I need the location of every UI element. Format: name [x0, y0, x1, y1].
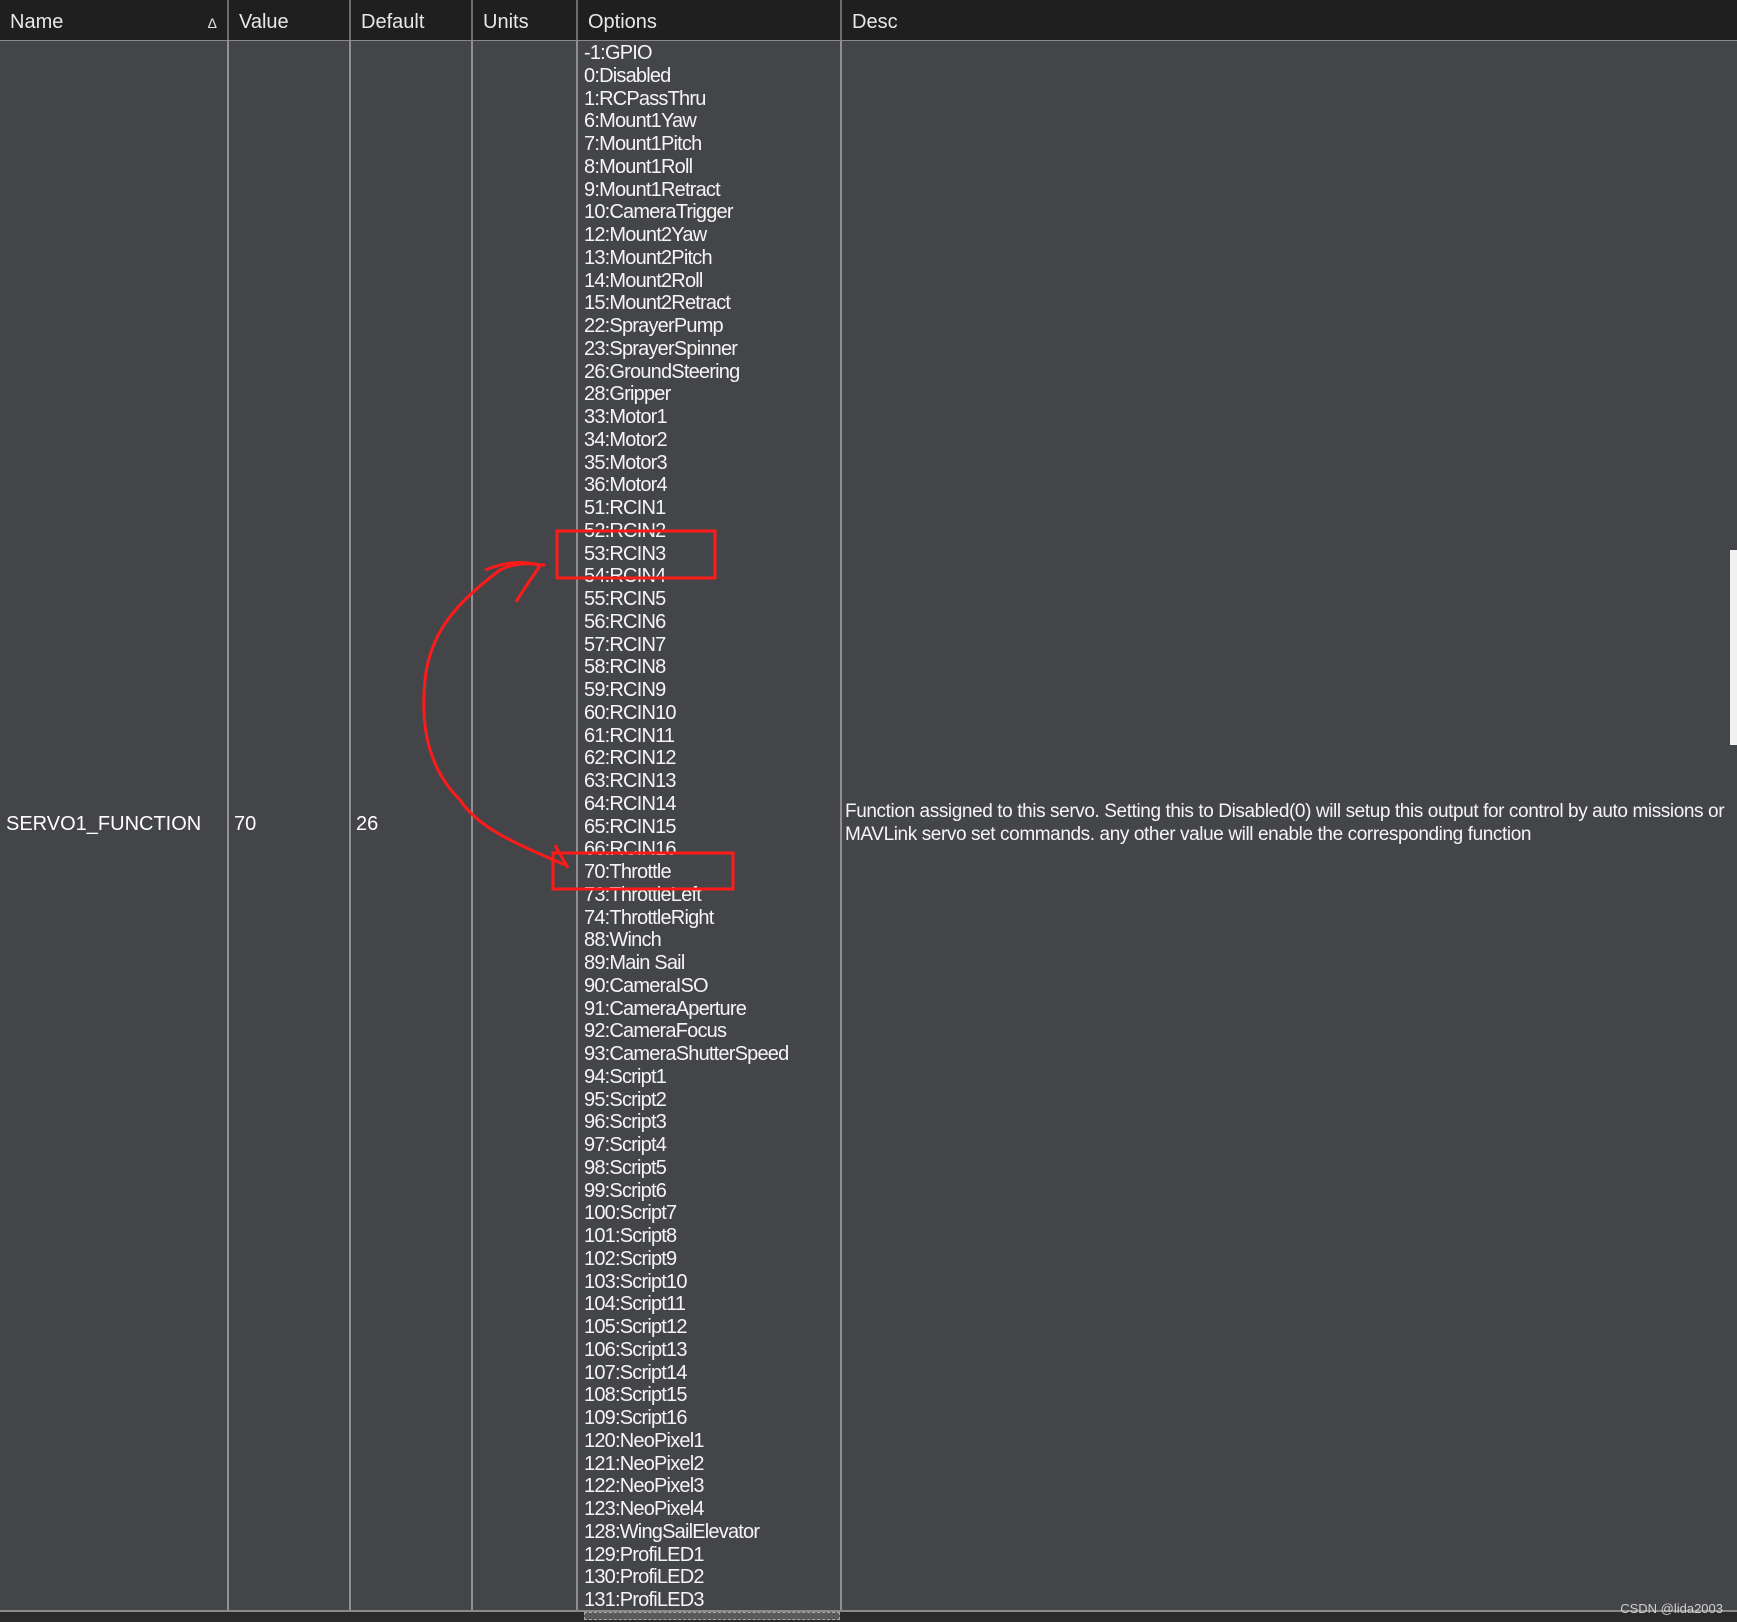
option-item: 12:Mount2Yaw — [584, 224, 707, 246]
horizontal-scrollbar[interactable] — [0, 1610, 1737, 1622]
option-item: 57:RCIN7 — [584, 633, 666, 656]
option-item: 1:RCPassThru — [584, 87, 706, 110]
option-item: 120:NeoPixel1 — [584, 1429, 705, 1452]
option-item: 52:RCIN2 — [584, 519, 666, 542]
option-item: 7:Mount1Pitch — [584, 133, 702, 155]
option-item: 8:Mount1Roll — [584, 155, 693, 178]
option-item: 93:CameraShutterSpeed — [584, 1043, 789, 1065]
column-divider — [576, 40, 578, 1620]
option-item: 129:ProfiLED1 — [584, 1543, 704, 1566]
option-item: 131:ProfiLED3 — [584, 1589, 704, 1611]
option-item: 63:RCIN13 — [584, 770, 677, 792]
option-item: 9:Mount1Retract — [584, 178, 721, 201]
option-item: 104:Script11 — [584, 1293, 686, 1316]
param-name-cell[interactable]: SERVO1_FUNCTION — [6, 813, 201, 836]
column-header-options[interactable]: Options — [578, 0, 842, 40]
option-item: 33:Motor1 — [584, 406, 668, 428]
column-header-name-label: Name — [10, 11, 64, 33]
option-item: 101:Script8 — [584, 1225, 677, 1247]
column-header-name[interactable]: Name Δ — [0, 0, 229, 40]
option-item: 97:Script4 — [584, 1134, 667, 1156]
option-item: 92:CameraFocus — [584, 1020, 727, 1043]
option-item: 36:Motor4 — [584, 474, 668, 497]
column-divider — [840, 40, 842, 1620]
option-item: 98:Script5 — [584, 1156, 667, 1179]
column-header-options-label: Options — [588, 11, 657, 33]
column-divider — [471, 40, 473, 1620]
option-item: 91:CameraAperture — [584, 997, 747, 1020]
option-item: 73:ThrottleLeft — [584, 883, 702, 906]
option-item: 58:RCIN8 — [584, 656, 666, 679]
option-item: 60:RCIN10 — [584, 701, 677, 724]
option-item: 35:Motor3 — [584, 451, 668, 474]
column-header-units-label: Units — [483, 11, 529, 33]
option-item: 100:Script7 — [584, 1202, 677, 1225]
option-item: 26:GroundSteering — [584, 360, 740, 383]
option-item: 56:RCIN6 — [584, 610, 666, 633]
option-item: 23:SprayerSpinner — [584, 337, 738, 360]
option-item: 96:Script3 — [584, 1111, 667, 1134]
column-header-value[interactable]: Value — [229, 0, 351, 40]
option-item: 90:CameraISO — [584, 974, 709, 997]
vertical-scrollbar-thumb[interactable] — [1730, 550, 1737, 745]
column-header-value-label: Value — [239, 11, 289, 33]
option-item: 53:RCIN3 — [584, 542, 666, 565]
option-item: 34:Motor2 — [584, 428, 668, 451]
option-item: 70:Throttle — [584, 861, 672, 883]
option-item: 74:ThrottleRight — [584, 906, 714, 929]
option-item: 51:RCIN1 — [584, 497, 666, 519]
column-divider — [349, 40, 351, 1620]
option-item: 130:ProfiLED2 — [584, 1566, 704, 1589]
option-item: 10:CameraTrigger — [584, 201, 734, 224]
option-item: 14:Mount2Roll — [584, 269, 703, 292]
option-item: 6:Mount1Yaw — [584, 110, 697, 133]
option-item: 95:Script2 — [584, 1088, 667, 1111]
option-item: 59:RCIN9 — [584, 679, 666, 701]
column-header-row: Name Δ Value Default Units Options Desc — [0, 0, 1737, 41]
options-cell-edge — [584, 1612, 840, 1620]
column-divider — [227, 40, 229, 1620]
option-item: 99:Script6 — [584, 1179, 667, 1202]
param-default-cell: 26 — [356, 813, 379, 835]
option-item: 13:Mount2Pitch — [584, 246, 713, 269]
option-item: 55:RCIN5 — [584, 588, 666, 610]
sort-ascending-icon: Δ — [207, 15, 217, 31]
option-item: 0:Disabled — [584, 64, 671, 87]
param-desc-cell: Function assigned to this servo. Setting… — [845, 801, 1725, 845]
option-item: 122:NeoPixel3 — [584, 1475, 705, 1498]
option-item: 15:Mount2Retract — [584, 292, 731, 315]
option-item: 105:Script12 — [584, 1316, 688, 1338]
option-item: 128:WingSailElevator — [584, 1520, 760, 1543]
param-value-cell[interactable]: 70 — [234, 813, 256, 836]
option-item: 121:NeoPixel2 — [584, 1452, 705, 1475]
option-item: 28:Gripper — [584, 383, 671, 406]
watermark: CSDN @lida2003 — [1620, 1601, 1723, 1616]
option-item: 102:Script9 — [584, 1247, 677, 1270]
column-header-default[interactable]: Default — [351, 0, 473, 40]
option-item: 61:RCIN11 — [584, 724, 675, 747]
option-item: 123:NeoPixel4 — [584, 1498, 705, 1520]
option-item: 107:Script14 — [584, 1361, 688, 1384]
option-item: 66:RCIN16 — [584, 838, 677, 861]
column-header-default-label: Default — [361, 11, 425, 33]
option-item: 106:Script13 — [584, 1338, 688, 1361]
column-header-desc-label: Desc — [852, 11, 898, 33]
option-item: -1:GPIO — [584, 42, 653, 64]
param-options-list[interactable]: -1:GPIO 0:Disabled 1:RCPassThru 6:Mount1Yaw… — [584, 42, 838, 1614]
option-item: 54:RCIN4 — [584, 565, 666, 588]
option-item: 64:RCIN14 — [584, 792, 677, 815]
option-item: 62:RCIN12 — [584, 747, 677, 770]
option-item: 89:Main Sail — [584, 952, 685, 974]
option-item: 108:Script15 — [584, 1384, 688, 1407]
column-header-units[interactable]: Units — [473, 0, 578, 40]
option-item: 22:SprayerPump — [584, 315, 724, 337]
column-header-desc[interactable]: Desc — [842, 0, 1737, 40]
option-item: 109:Script16 — [584, 1407, 688, 1429]
option-item: 103:Script10 — [584, 1270, 688, 1293]
option-item: 88:Winch — [584, 929, 662, 952]
parameter-grid: Name Δ Value Default Units Options Desc … — [0, 0, 1737, 1622]
option-item: 65:RCIN15 — [584, 815, 677, 838]
option-item: 94:Script1 — [584, 1065, 667, 1088]
